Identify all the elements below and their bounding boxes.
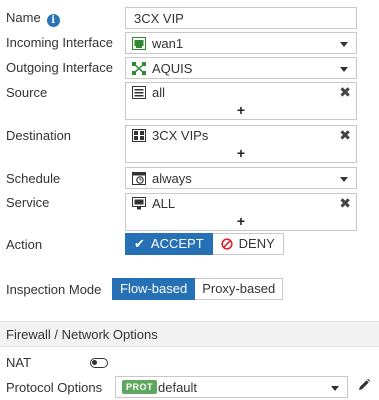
toggle-knob (92, 360, 97, 365)
source-label: Source (6, 85, 48, 100)
source-value: all (152, 85, 166, 100)
calendar-clock-icon (132, 172, 146, 185)
zone-icon (132, 62, 146, 75)
prot-badge: PROT (122, 380, 158, 394)
deny-icon (221, 238, 233, 250)
incoming-interface-value: wan1 (152, 36, 184, 51)
service-label: Service (6, 195, 50, 210)
pencil-icon[interactable] (357, 378, 371, 392)
network-port-icon (132, 37, 146, 50)
schedule-select[interactable]: always (125, 167, 357, 189)
deny-label: DENY (238, 236, 275, 251)
protocol-options-value: default (158, 380, 198, 395)
destination-field[interactable]: 3CX VIPs ✖ + (125, 125, 357, 163)
destination-value: 3CX VIPs (152, 128, 209, 143)
outgoing-interface-label: Outgoing Interface (6, 60, 113, 75)
source-field[interactable]: all ✖ + (125, 82, 357, 120)
incoming-interface-select[interactable]: wan1 (125, 32, 357, 54)
close-icon[interactable]: ✖ (339, 127, 351, 143)
info-icon[interactable]: i (46, 14, 60, 27)
address-list-icon (132, 86, 146, 99)
add-source-button[interactable]: + (126, 102, 356, 118)
action-toggle: ✔ ACCEPT DENY (125, 233, 284, 255)
checkmark-icon: ✔ (134, 236, 145, 251)
flow-based-button[interactable]: Flow-based (112, 278, 196, 300)
deny-button[interactable]: DENY (212, 233, 284, 255)
outgoing-interface-select[interactable]: AQUIS (125, 57, 357, 79)
inspection-mode-toggle: Flow-based Proxy-based (112, 278, 284, 300)
name-input[interactable]: 3CX VIP (125, 7, 357, 29)
service-value: ALL (152, 196, 176, 211)
service-icon (132, 197, 146, 210)
outgoing-interface-value: AQUIS (152, 61, 193, 76)
virtual-ip-icon (132, 129, 146, 142)
accept-button[interactable]: ✔ ACCEPT (125, 233, 213, 255)
schedule-label: Schedule (6, 171, 61, 186)
action-label: Action (6, 237, 43, 252)
add-destination-button[interactable]: + (126, 145, 356, 161)
proxy-based-label: Proxy-based (202, 281, 276, 296)
close-icon[interactable]: ✖ (339, 84, 351, 100)
close-icon[interactable]: ✖ (339, 195, 351, 211)
chevron-down-icon (340, 42, 348, 47)
nat-label: NAT (6, 355, 32, 370)
section-header: Firewall / Network Options (0, 321, 379, 347)
inspection-mode-label: Inspection Mode (6, 282, 102, 297)
incoming-interface-label: Incoming Interface (6, 35, 113, 50)
nat-toggle[interactable] (90, 358, 108, 368)
accept-label: ACCEPT (150, 236, 204, 251)
proxy-based-button[interactable]: Proxy-based (195, 278, 284, 300)
name-value: 3CX VIP (134, 11, 184, 26)
section-title: Firewall / Network Options (6, 327, 158, 342)
service-field[interactable]: ALL ✖ + (125, 193, 357, 231)
flow-based-label: Flow-based (120, 281, 188, 296)
chevron-down-icon (331, 386, 339, 391)
chevron-down-icon (340, 177, 348, 182)
schedule-value: always (152, 171, 192, 186)
chevron-down-icon (340, 67, 348, 72)
add-service-button[interactable]: + (126, 213, 356, 229)
destination-label: Destination (6, 128, 72, 143)
protocol-options-label: Protocol Options (6, 380, 103, 395)
protocol-options-select[interactable]: PROT default (115, 376, 348, 398)
name-label: Name i (6, 10, 60, 27)
